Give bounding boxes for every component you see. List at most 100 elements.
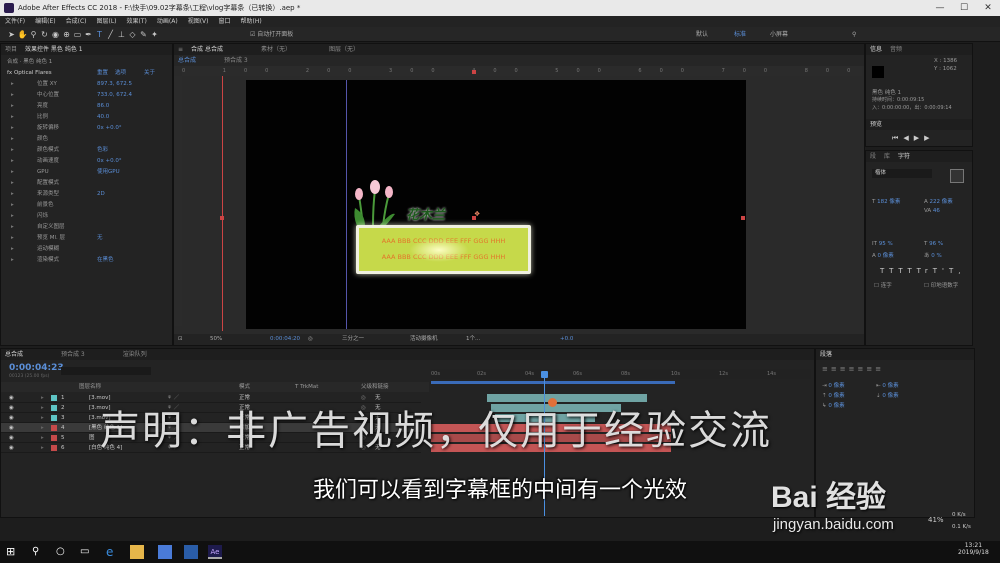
tab-composition[interactable]: 合成 总合成 xyxy=(191,46,223,53)
close-button[interactable]: ✕ xyxy=(976,0,1000,16)
property-value[interactable]: 0x +0.0° xyxy=(97,123,122,133)
indent-left-field[interactable]: ⇥ 0 像素 xyxy=(822,381,845,389)
property-value[interactable]: 40.0 xyxy=(97,112,109,122)
menu-composition[interactable]: 合成(C) xyxy=(61,16,92,27)
menu-edit[interactable]: 编辑(E) xyxy=(30,16,60,27)
tab-audio[interactable]: 音频 xyxy=(890,46,902,53)
tab-project[interactable]: 项目 xyxy=(5,46,17,53)
work-area-bar[interactable]: 00s 02s 04s 06s 08s 10s 12s 14s xyxy=(431,369,811,384)
leading-field[interactable]: A 222 像素 xyxy=(924,197,953,205)
subtab-main-comp[interactable]: 总合成 xyxy=(178,57,196,64)
effect-property-row[interactable]: ▸ 来源类型 2D xyxy=(1,189,172,199)
expand-arrow-icon[interactable]: ▸ xyxy=(11,233,14,243)
timeline-search-input[interactable] xyxy=(61,367,151,375)
prev-frame-icon[interactable]: ◀ xyxy=(903,134,913,142)
anchor-point-top[interactable] xyxy=(472,70,476,74)
zoom-tool-icon[interactable]: ⚲ xyxy=(28,27,39,42)
expand-arrow-icon[interactable]: ▸ xyxy=(41,423,44,433)
comp-menu-icon[interactable]: ≡ xyxy=(178,46,183,53)
property-value[interactable]: 在黑色 xyxy=(97,255,114,265)
menu-effect[interactable]: 效果(T) xyxy=(122,16,152,27)
subtab-precomp[interactable]: 预合成 3 xyxy=(224,57,248,64)
app-icon[interactable] xyxy=(184,545,198,559)
menu-window[interactable]: 窗口 xyxy=(213,16,235,27)
effect-property-row[interactable]: ▸ 前景色 xyxy=(1,200,172,210)
effect-property-row[interactable]: ▸ 颜色 xyxy=(1,134,172,144)
tab-preview[interactable]: 预览 xyxy=(870,121,882,128)
baseline-field[interactable]: A 0 像素 xyxy=(872,251,894,259)
tab-footage[interactable]: 素材（无） xyxy=(261,46,291,53)
tab-layer[interactable]: 图层（无） xyxy=(329,46,359,53)
resolution-select[interactable]: 三分之一 xyxy=(342,334,364,345)
after-effects-icon[interactable]: Ae xyxy=(208,545,222,559)
visibility-eye-icon[interactable]: ◉ xyxy=(9,393,14,403)
subtitle-box[interactable]: AAA BBB CCC DDD EEE FFF GGG HHH AAA BBB … xyxy=(356,225,531,274)
expand-arrow-icon[interactable]: ▸ xyxy=(11,90,14,100)
expand-arrow-icon[interactable]: ▸ xyxy=(11,200,14,210)
always-preview-icon[interactable]: ⊡ xyxy=(178,334,183,345)
effect-property-row[interactable]: ▸ 闪烁 xyxy=(1,211,172,221)
roto-tool-icon[interactable]: ✎ xyxy=(138,27,149,42)
tab-timeline-precomp[interactable]: 预合成 3 xyxy=(61,351,85,358)
pin-tool-icon[interactable]: ✦ xyxy=(149,27,160,42)
zoom-select[interactable]: 50% xyxy=(210,334,222,345)
views-select[interactable]: 1个... xyxy=(466,334,480,345)
tab-library[interactable]: 库 xyxy=(884,153,890,160)
effect-property-row[interactable]: ▸ 渲染模式 在黑色 xyxy=(1,255,172,265)
expand-arrow-icon[interactable]: ▸ xyxy=(41,413,44,423)
label-color-swatch[interactable] xyxy=(51,395,57,401)
hand-tool-icon[interactable]: ✋ xyxy=(17,27,28,42)
file-explorer-icon[interactable] xyxy=(130,545,144,559)
effect-options-link[interactable]: 选项 xyxy=(115,68,126,78)
property-value[interactable]: 无 xyxy=(97,233,103,243)
next-frame-icon[interactable]: ▶ xyxy=(924,134,934,142)
expand-arrow-icon[interactable]: ▸ xyxy=(41,403,44,413)
menu-animation[interactable]: 动画(A) xyxy=(152,16,183,27)
property-value[interactable]: 0x +0.0° xyxy=(97,156,122,166)
tab-effect-controls[interactable]: 效果控件 黑色 纯色 1 xyxy=(25,46,83,53)
expand-arrow-icon[interactable]: ▸ xyxy=(41,393,44,403)
type-tool-icon[interactable]: T xyxy=(94,27,105,42)
expand-arrow-icon[interactable]: ▸ xyxy=(11,255,14,265)
expand-arrow-icon[interactable]: ▸ xyxy=(11,156,14,166)
indent-right-field[interactable]: ⇤ 0 像素 xyxy=(876,381,899,389)
cortana-icon[interactable]: ○ xyxy=(56,545,70,559)
tab-character[interactable]: 字符 xyxy=(898,153,910,160)
first-frame-icon[interactable]: ⏮ xyxy=(892,134,903,142)
expand-arrow-icon[interactable]: ▸ xyxy=(11,101,14,111)
task-view-icon[interactable]: ▭ xyxy=(80,545,94,559)
menu-layer[interactable]: 图层(L) xyxy=(92,16,122,27)
expand-arrow-icon[interactable]: ▸ xyxy=(11,134,14,144)
horizontal-scale-field[interactable]: T 96 % xyxy=(924,241,943,247)
property-value[interactable]: 2D xyxy=(97,189,105,199)
current-time[interactable]: 0:00:04:20 xyxy=(270,334,300,345)
effect-property-row[interactable]: ▸ 中心位置 733.0, 672.4 xyxy=(1,90,172,100)
label-color-swatch[interactable] xyxy=(51,425,57,431)
brush-tool-icon[interactable]: ╱ xyxy=(105,27,116,42)
visibility-eye-icon[interactable]: ◉ xyxy=(9,423,14,433)
expand-arrow-icon[interactable]: ▸ xyxy=(11,167,14,177)
expand-arrow-icon[interactable]: ▸ xyxy=(11,112,14,122)
visibility-eye-icon[interactable]: ◉ xyxy=(9,403,14,413)
effect-property-row[interactable]: ▸ 亮度 86.0 xyxy=(1,101,172,111)
effect-property-row[interactable]: ▸ GPU 使用GPU xyxy=(1,167,172,177)
eraser-tool-icon[interactable]: ◇ xyxy=(127,27,138,42)
label-color-swatch[interactable] xyxy=(51,445,57,451)
rotate-tool-icon[interactable]: ↻ xyxy=(39,27,50,42)
effect-property-row[interactable]: ▸ 颜色模式 色彩 xyxy=(1,145,172,155)
auto-open-checkbox[interactable]: ☑ 自动打开面板 xyxy=(250,27,293,42)
play-icon[interactable]: ▶ xyxy=(914,134,924,142)
pan-tool-icon[interactable]: ⊕ xyxy=(61,27,72,42)
tab-paragraph[interactable]: 段 xyxy=(870,153,876,160)
store-icon[interactable] xyxy=(158,545,172,559)
visibility-eye-icon[interactable]: ◉ xyxy=(9,443,14,453)
effect-property-row[interactable]: ▸ 旋转偏移 0x +0.0° xyxy=(1,123,172,133)
search-icon[interactable]: ⚲ xyxy=(32,545,46,559)
tab-render-queue[interactable]: 渲染队列 xyxy=(123,351,147,358)
label-color-swatch[interactable] xyxy=(51,405,57,411)
stamp-tool-icon[interactable]: ⊥ xyxy=(116,27,127,42)
effect-property-row[interactable]: ▸ 配置模式 xyxy=(1,178,172,188)
maximize-button[interactable]: ☐ xyxy=(952,0,976,16)
expand-arrow-icon[interactable]: ▸ xyxy=(11,222,14,232)
snapshot-icon[interactable]: ◎ xyxy=(308,334,313,345)
